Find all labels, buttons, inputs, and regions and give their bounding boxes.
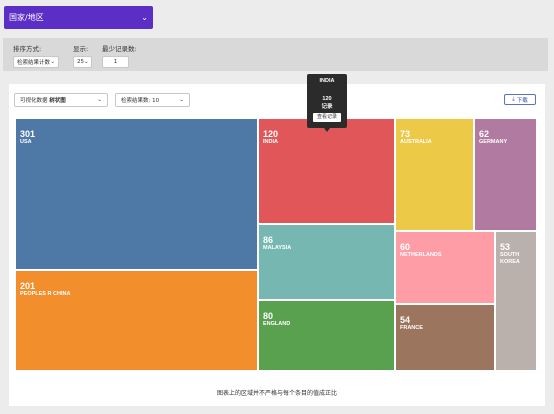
tile-value: 120 [263,129,279,139]
chevron-down-icon: ⌄ [84,59,89,65]
tile-label: FRANCE [400,325,423,331]
chevron-down-icon: ⌄ [179,97,184,103]
tile-label: GERMANY [479,139,508,145]
treemap-tile-malaysia[interactable]: 86 MALAYSIA [259,225,394,299]
tile-value: 53 [500,242,511,252]
sort-group: 排序方式: 检索结果计数 ⌄ [13,43,59,68]
sort-label: 排序方式: [13,45,42,53]
visualization-select-text: 可视化数据 树状图 [20,96,66,104]
min-records-input[interactable]: 1 [102,56,129,68]
show-value: 25 [77,59,84,65]
min-records-label: 最少记录数: [102,45,137,53]
results-count-label: 检索结果数: 10 [121,98,160,104]
chevron-down-icon: ⌄ [141,13,148,22]
treemap-tile-france[interactable]: 54 FRANCE [396,305,494,370]
show-select[interactable]: 25 ⌄ [73,56,92,68]
chart-footnote: 图表上的区域并不严格与每个条目的值成正比 [216,390,337,397]
tile-label: USA [20,139,32,145]
view-records-button[interactable]: 查看记录 [313,113,341,122]
filter-bar: 排序方式: 检索结果计数 ⌄ 显示: 25 ⌄ 最少记录数: 1 [3,38,548,71]
tile-label: MALAYSIA [263,245,292,251]
tile-value: 73 [400,129,411,139]
tile-label: NETHERLANDS [400,252,442,258]
chevron-down-icon: ⌄ [97,97,102,103]
tooltip-country: INDIA [319,78,335,84]
treemap-tile-south-korea[interactable]: 53 SOUTH KOREA [496,232,536,370]
treemap-tile-australia[interactable]: 73 AUSTRALIA [396,119,473,230]
treemap-tooltip: INDIA 120 记录 查看记录 [307,74,347,132]
tile-value: 201 [20,281,36,291]
tile-value: 86 [263,235,274,245]
tile-value: 301 [20,129,36,139]
tooltip-unit: 记录 [321,104,333,110]
tile-label: PEOPLES R CHINA [20,291,71,297]
treemap-tile-netherlands[interactable]: 60 NETHERLANDS [396,232,494,303]
treemap-tile-india[interactable]: 120 INDIA [259,119,394,223]
tile-value: 60 [400,242,411,252]
visualization-value: 树状图 [49,98,66,104]
visualization-prefix: 可视化数据 [20,98,48,104]
treemap-tile-peoples-r-china[interactable]: 201 PEOPLES R CHINA [16,271,257,370]
min-records-value: 1 [113,59,118,65]
treemap-tile-england[interactable]: 80 ENGLAND [259,301,394,370]
min-records-group: 最少记录数: 1 [102,43,137,68]
download-label: 下载 [516,97,528,104]
country-region-label: 国家/地区 [9,13,44,22]
tile-value: 80 [263,311,274,321]
sort-value: 检索结果计数 [17,60,51,66]
tile-label: AUSTRALIA [400,139,432,145]
results-count-select[interactable]: 检索结果数: 10 ⌄ [115,93,190,107]
sort-select[interactable]: 检索结果计数 ⌄ [13,56,59,68]
tile-value: 62 [479,129,490,139]
treemap-tile-usa[interactable]: 301 USA [16,119,257,269]
country-region-dropdown[interactable]: 国家/地区 ⌄ [4,6,153,29]
tile-label: SOUTH KOREA [500,252,520,265]
show-label: 显示: [73,45,89,53]
tile-label: ENGLAND [263,321,291,327]
visualization-select[interactable]: 可视化数据 树状图 ⌄ [14,93,108,107]
download-icon: ⤓ [512,96,515,102]
tile-label: INDIA [263,139,278,145]
chevron-down-icon: ⌄ [50,59,55,65]
download-button[interactable]: ⤓ 下载 [504,94,536,105]
tile-value: 54 [400,315,411,325]
treemap-tile-germany[interactable]: 62 GERMANY [475,119,536,230]
show-group: 显示: 25 ⌄ [73,43,92,68]
